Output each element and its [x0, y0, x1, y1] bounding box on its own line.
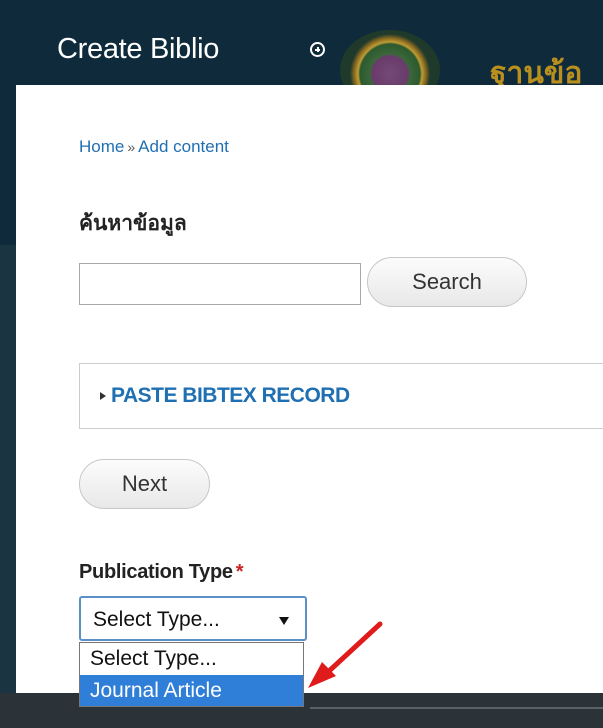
left-edge-strip [0, 85, 16, 695]
page-shell: Create Biblio ฐานข้อ Home» Add content ค้… [0, 0, 603, 728]
publication-type-select[interactable]: Select Type... [79, 596, 307, 641]
breadcrumb-home-link[interactable]: Home [79, 137, 124, 156]
dropdown-caret-icon [279, 617, 289, 625]
circle-plus-icon[interactable] [310, 42, 325, 57]
option-journal-article[interactable]: Journal Article [80, 675, 303, 706]
collapse-triangle-icon[interactable] [100, 392, 106, 400]
search-input[interactable] [79, 263, 361, 305]
search-button[interactable]: Search [367, 257, 527, 307]
option-select-type[interactable]: Select Type... [80, 643, 303, 674]
main-content: Home» Add content ค้นหาข้อมูล Search PAST… [16, 85, 603, 707]
breadcrumb-separator: » [127, 139, 136, 155]
breadcrumb: Home» Add content [79, 137, 229, 157]
search-block-title: ค้นหาข้อมูล [79, 211, 187, 235]
required-marker: * [235, 561, 244, 583]
page-title: Create Biblio [57, 33, 220, 65]
footer-divider [310, 707, 603, 709]
left-edge-lower [0, 245, 16, 695]
publication-type-dropdown: Select Type... Journal Article [79, 642, 304, 707]
publication-type-selected-value: Select Type... [93, 608, 220, 631]
publication-type-label-text: Publication Type [79, 561, 233, 583]
paste-bibtex-toggle[interactable]: PASTE BIBTEX RECORD [111, 384, 350, 408]
breadcrumb-current-link[interactable]: Add content [138, 137, 229, 156]
next-button[interactable]: Next [79, 459, 210, 509]
publication-type-label: Publication Type * [79, 561, 244, 584]
site-header: Create Biblio ฐานข้อ [0, 0, 603, 110]
bibtex-fieldset: PASTE BIBTEX RECORD [79, 363, 603, 429]
